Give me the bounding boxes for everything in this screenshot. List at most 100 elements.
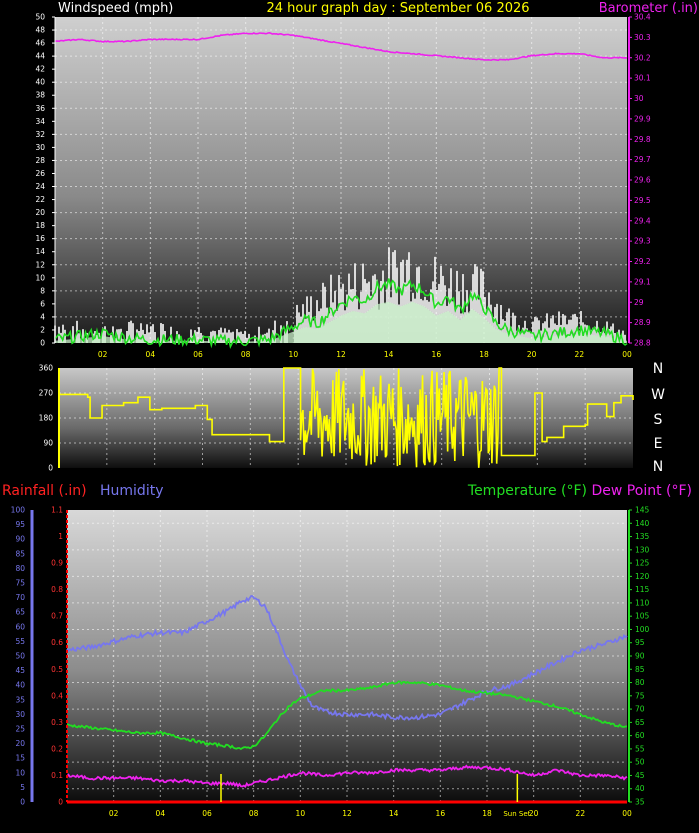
wind-tick-label: 22: [35, 195, 45, 204]
direction-panel: 0 90 180 270 360 N W S E N: [39, 361, 665, 475]
wind-tick-label: 28: [35, 156, 45, 165]
compass-labels: N W S E N: [651, 361, 665, 475]
rainfall-tick-label: 0.6: [51, 638, 63, 647]
temperature-tick-label: 35: [635, 798, 645, 807]
humidity-tick-label: 10: [15, 768, 25, 777]
humidity-tick-label: 90: [15, 535, 25, 544]
barometer-tick-label: 29.7: [634, 155, 651, 164]
temperature-tick-label: 145: [635, 506, 650, 515]
wind-tick-label: 24: [35, 182, 45, 191]
rainfall-y-axis: 0 0.1 0.2 0.3 0.4 0.5 0.6 0.7 0.8 0.9 1 1.1: [51, 506, 68, 807]
direction-tick-label: 360: [39, 364, 54, 373]
humidity-tick-label: 70: [15, 593, 25, 602]
temperature-tick-label: 120: [635, 572, 650, 581]
temperature-tick-label: 50: [635, 758, 645, 767]
barometer-tick-label: 28.8: [634, 339, 651, 348]
wind-x-axis: 02 04 06 08 10 12 14 16 18 20 22 00: [98, 350, 632, 359]
rainfall-label: Rainfall (.in): [2, 483, 87, 499]
humidity-tick-label: 35: [15, 695, 25, 704]
temp-hum-panel: Rainfall (.in) Humidity Temperature (°F)…: [2, 483, 692, 818]
rainfall-tick-label: 1.1: [51, 506, 63, 515]
barometer-tick-label: 29.2: [634, 257, 651, 266]
humidity-tick-label: 60: [15, 622, 25, 631]
wind-x-tick-label: 06: [193, 350, 203, 359]
direction-tick-label: 0: [48, 464, 53, 473]
humidity-tick-label: 100: [11, 506, 26, 515]
temperature-tick-label: 105: [635, 612, 650, 621]
temperature-tick-label: 85: [635, 665, 645, 674]
rainfall-tick-label: 0: [58, 798, 63, 807]
wind-x-tick-label: 00: [622, 350, 632, 359]
wind-tick-label: 46: [35, 39, 45, 48]
temp-x-tick-label: 14: [389, 809, 399, 818]
temperature-tick-label: 90: [635, 652, 645, 661]
temp-x-tick-label: 18: [482, 809, 492, 818]
barometer-tick-label: 29.3: [634, 237, 651, 246]
temp-x-tick-label: 06: [202, 809, 212, 818]
wind-tick-label: 0: [40, 339, 45, 348]
rainfall-tick-label: 0.3: [51, 718, 63, 727]
humidity-tick-label: 65: [15, 608, 25, 617]
wind-y-axis: 0246810121416182022242628303234363840424…: [35, 13, 56, 348]
barometer-tick-label: 30.3: [634, 33, 651, 42]
rainfall-tick-label: 0.4: [51, 691, 63, 700]
wind-x-tick-label: 10: [289, 350, 299, 359]
wind-tick-label: 26: [35, 169, 45, 178]
windspeed-label: Windspeed (mph): [58, 1, 173, 16]
barometer-tick-label: 29.8: [634, 135, 651, 144]
temp-x-axis: 02 04 06 08 10 12 14 16 18 20 22 00Sun Set: [109, 809, 632, 818]
temperature-tick-label: 70: [635, 705, 645, 714]
weather-graphs: 0246810121416182022242628303234363840424…: [2, 1, 698, 818]
rainfall-tick-label: 0.5: [51, 665, 63, 674]
barometer-tick-label: 30.1: [634, 74, 651, 83]
humidity-label: Humidity: [100, 483, 163, 499]
compass-n-bottom: N: [653, 459, 663, 475]
direction-y-axis: 0 90 180 270 360: [39, 364, 60, 473]
wind-baro-panel: 0246810121416182022242628303234363840424…: [35, 1, 698, 359]
barometer-tick-label: 29.6: [634, 176, 651, 185]
rainfall-tick-label: 0.1: [51, 771, 63, 780]
temperature-tick-label: 65: [635, 718, 645, 727]
temperature-tick-label: 125: [635, 559, 650, 568]
rainfall-tick-label: 1: [58, 532, 63, 541]
humidity-tick-label: 20: [15, 739, 25, 748]
compass-s: S: [654, 412, 663, 428]
wind-x-tick-label: 04: [146, 350, 156, 359]
humidity-tick-label: 25: [15, 725, 25, 734]
wind-tick-label: 40: [35, 78, 45, 87]
wind-tick-label: 32: [35, 130, 45, 139]
wind-tick-label: 42: [35, 65, 45, 74]
wind-tick-label: 4: [40, 312, 45, 321]
wind-tick-label: 48: [35, 26, 45, 35]
wind-tick-label: 6: [40, 299, 45, 308]
temp-x-tick-label: 08: [249, 809, 259, 818]
wind-x-tick-label: 02: [98, 350, 108, 359]
humidity-tick-label: 95: [15, 520, 25, 529]
humidity-y-axis: 0 5 10 15 20 25 30 35 40 45 50 55 60 65 70 75 80 85 90 95 10…: [11, 506, 34, 807]
barometer-tick-label: 29: [634, 298, 644, 307]
temperature-y-axis: 35 40 45 50 55 60 65 70 75 80 85 90 95 100 105 110 115 12…: [628, 506, 650, 807]
barometer-tick-label: 30.2: [634, 53, 651, 62]
temp-x-tick-label: 00: [622, 809, 632, 818]
wind-tick-label: 44: [35, 52, 45, 61]
temperature-label: Temperature (°F): [467, 483, 587, 499]
temp-x-tick-label: 04: [156, 809, 166, 818]
chart-title: 24 hour graph day : September 06 2026: [266, 1, 529, 16]
temp-x-tick-label: 10: [296, 809, 306, 818]
humidity-tick-label: 0: [20, 798, 25, 807]
wind-tick-label: 30: [35, 143, 45, 152]
wind-tick-label: 14: [35, 247, 45, 256]
direction-tick-label: 180: [39, 414, 54, 423]
temperature-tick-label: 40: [635, 784, 645, 793]
barometer-tick-label: 28.9: [634, 318, 651, 327]
barometer-y-axis: 28.8 28.9 29 29.1 29.2 29.3 29.4 29.5 29.6 29.7 29…: [628, 13, 651, 348]
temperature-tick-label: 100: [635, 625, 650, 634]
barometer-tick-label: 29.4: [634, 216, 651, 225]
wind-tick-label: 2: [40, 325, 45, 334]
humidity-tick-label: 5: [20, 783, 25, 792]
temperature-tick-label: 75: [635, 691, 645, 700]
humidity-tick-label: 50: [15, 652, 25, 661]
temp-x-tick-label: 16: [436, 809, 446, 818]
wind-x-tick-label: 12: [336, 350, 346, 359]
wind-tick-label: 50: [35, 13, 45, 22]
